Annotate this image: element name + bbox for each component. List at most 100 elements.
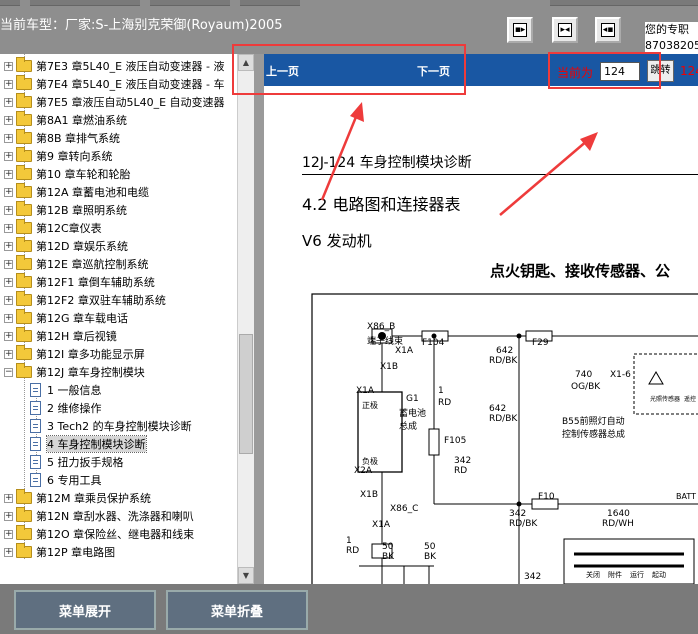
header-rule xyxy=(302,174,698,175)
tree-folder-item[interactable]: + 第12G 章车载电话 xyxy=(4,309,128,327)
tree-item-label: 第12F2 章双驻车辅助系统 xyxy=(36,294,166,307)
tree-doc-item[interactable]: 3 Tech2 的车身控制模块诊断 xyxy=(30,417,192,435)
label-rdbk-b: RD/BK xyxy=(489,414,518,424)
tree-folder-item[interactable]: + 第8B 章排气系统 xyxy=(4,129,120,147)
label-642b: 642 xyxy=(489,404,507,414)
expand-icon[interactable]: + xyxy=(4,547,13,557)
expand-icon[interactable]: + xyxy=(4,295,13,305)
tree-folder-item[interactable]: + 第7E3 章5L40_E 液压自动变速器 - 液 xyxy=(4,57,224,75)
expand-icon[interactable]: + xyxy=(4,97,13,107)
tab-stub xyxy=(150,0,230,6)
label-remote: 遥控 xyxy=(684,396,697,403)
annotation-box-page-nav xyxy=(232,44,466,95)
diagram-title: 点火钥匙、接收传感器、公 xyxy=(490,262,671,280)
tree-item-label: 第8B 章排气系统 xyxy=(36,132,121,145)
tree-doc-item[interactable]: 6 专用工具 xyxy=(30,471,102,489)
scroll-thumb[interactable] xyxy=(239,334,253,454)
expand-menu-button[interactable]: 菜单展开 xyxy=(14,590,156,630)
expand-icon[interactable]: + xyxy=(4,169,13,179)
expand-icon[interactable]: + xyxy=(4,277,13,287)
collapse-icon[interactable]: − xyxy=(4,367,13,377)
folder-icon xyxy=(16,363,32,378)
first-page-button[interactable]: ▪▸ xyxy=(507,17,533,43)
document-icon xyxy=(30,437,41,451)
tree-doc-item[interactable]: 4 车身控制模块诊断 xyxy=(30,435,147,453)
tree-doc-item[interactable]: 2 维修操作 xyxy=(30,399,102,417)
tree-folder-item[interactable]: + 第12I 章多功能显示屏 xyxy=(4,345,145,363)
document-icon xyxy=(30,401,41,415)
tree-doc-item[interactable]: 5 扭力扳手规格 xyxy=(30,453,124,471)
tree-scrollbar[interactable]: ▲ ▼ xyxy=(237,54,254,584)
label-f29: F29 xyxy=(532,338,549,348)
expand-icon[interactable]: + xyxy=(4,493,13,503)
tree-folder-item[interactable]: + 第8A1 章燃油系统 xyxy=(4,111,127,129)
expand-icon[interactable]: + xyxy=(4,511,13,521)
label-batt: BATT xyxy=(676,492,696,501)
ignition-switch-box xyxy=(563,538,695,584)
last-page-button[interactable]: ◂▪ xyxy=(595,17,621,43)
expand-icon[interactable]: + xyxy=(4,115,13,125)
expand-icon[interactable]: + xyxy=(4,223,13,233)
label-start: 起动 xyxy=(652,571,666,579)
label-f105: F105 xyxy=(444,436,467,446)
tree-folder-item[interactable]: + 第12H 章后视镜 xyxy=(4,327,117,345)
tree-item-label: 第8A1 章燃油系统 xyxy=(36,114,128,127)
contact-info: 您的专职 87038205 xyxy=(645,22,698,56)
expand-icon[interactable]: + xyxy=(4,259,13,269)
tree-item-label: 2 维修操作 xyxy=(47,402,102,415)
folder-icon xyxy=(16,543,32,558)
tree-folder-item[interactable]: + 第12F2 章双驻车辅助系统 xyxy=(4,291,166,309)
tree-item-label: 第12D 章娱乐系统 xyxy=(36,240,128,253)
label-off: 关闭 xyxy=(586,571,600,579)
tree-folder-item[interactable]: − 第12J 章车身控制模块 xyxy=(4,363,145,381)
tree-folder-item[interactable]: + 第7E4 章5L40_E 液压自动变速器 - 车 xyxy=(4,75,224,93)
tree-folder-item[interactable]: + 第7E5 章液压自动5L40_E 自动变速器 xyxy=(4,93,225,111)
expand-icon[interactable]: + xyxy=(4,331,13,341)
tree-folder-item[interactable]: + 第12E 章巡航控制系统 xyxy=(4,255,148,273)
tree-folder-item[interactable]: + 第12O 章保险丝、继电器和线束 xyxy=(4,525,194,543)
scroll-down-icon[interactable]: ▼ xyxy=(238,567,254,584)
label-acc: 附件 xyxy=(608,571,622,579)
tree-item-label: 第12N 章刮水器、洗涤器和喇叭 xyxy=(36,510,194,523)
tree-folder-item[interactable]: + 第12B 章照明系统 xyxy=(4,201,127,219)
tree-folder-item[interactable]: + 第9 章转向系统 xyxy=(4,147,113,165)
tree-folder-item[interactable]: + 第12F1 章倒车辅助系统 xyxy=(4,273,155,291)
sensor-assembly-box xyxy=(633,353,698,415)
expand-icon[interactable]: + xyxy=(4,79,13,89)
expand-icon[interactable]: + xyxy=(4,349,13,359)
tree-doc-item[interactable]: 1 一般信息 xyxy=(30,381,102,399)
expand-icon[interactable]: + xyxy=(4,61,13,71)
tree-item-label: 第12A 章蓄电池和电缆 xyxy=(36,186,150,199)
tree-folder-item[interactable]: + 第12P 章电路图 xyxy=(4,543,115,561)
tab-stub xyxy=(550,0,698,6)
collapse-menu-button[interactable]: 菜单折叠 xyxy=(166,590,308,630)
pane-splitter[interactable] xyxy=(254,54,264,584)
expand-icon[interactable]: + xyxy=(4,313,13,323)
document-icon xyxy=(30,419,41,433)
tree-folder-item[interactable]: + 第12N 章刮水器、洗涤器和喇叭 xyxy=(4,507,194,525)
expand-icon[interactable]: + xyxy=(4,151,13,161)
label-rdwh: RD/WH xyxy=(602,519,634,529)
contact-line-1: 您的专职 xyxy=(645,23,689,36)
tree-folder-item[interactable]: + 第10 章车轮和轮胎 xyxy=(4,165,131,183)
label-x86c: X86_C xyxy=(390,504,419,514)
tree-folder-item[interactable]: + 第12M 章乘员保护系统 xyxy=(4,489,151,507)
label-rd: RD xyxy=(438,398,452,408)
folder-icon xyxy=(16,507,32,522)
folder-icon xyxy=(16,129,32,144)
label-x1a-top: X1A xyxy=(395,346,414,356)
fit-page-button[interactable]: ▸◂ xyxy=(552,17,578,43)
tree-folder-item[interactable]: + 第12A 章蓄电池和电缆 xyxy=(4,183,149,201)
expand-icon[interactable]: + xyxy=(4,241,13,251)
expand-icon[interactable]: + xyxy=(4,529,13,539)
tree-folder-item[interactable]: + 第12D 章娱乐系统 xyxy=(4,237,128,255)
label-rdbk-c: RD/BK xyxy=(509,519,538,529)
expand-icon[interactable]: + xyxy=(4,133,13,143)
expand-icon[interactable]: + xyxy=(4,187,13,197)
label-342c: 342 xyxy=(524,572,542,582)
first-page-icon: ▪▸ xyxy=(513,23,527,37)
label-rdbk: RD/BK xyxy=(489,356,518,366)
tree-folder-item[interactable]: + 第12C章仪表 xyxy=(4,219,102,237)
wiring-diagram xyxy=(311,293,698,584)
expand-icon[interactable]: + xyxy=(4,205,13,215)
